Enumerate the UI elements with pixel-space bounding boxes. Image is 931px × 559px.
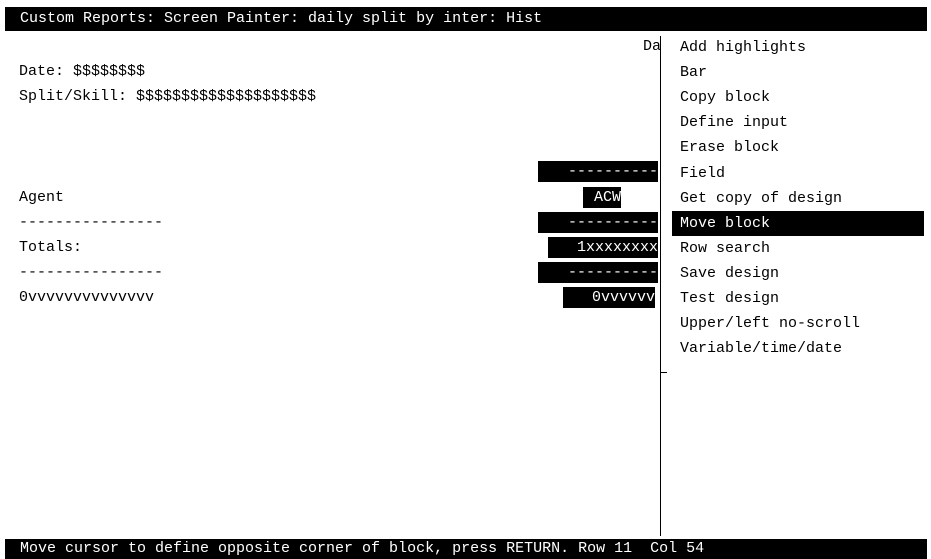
menu-item-add-highlights[interactable]: Add highlights [672,35,924,60]
field-dashes-2[interactable]: ---------- [538,212,658,233]
menu-item-save-design[interactable]: Save design [672,261,924,286]
da-fragment: Da [643,38,662,55]
field-dashes-3[interactable]: ---------- [538,262,658,283]
terminal-screen: Custom Reports: Screen Painter: daily sp… [0,0,931,559]
vvv-left: 0vvvvvvvvvvvvvv [19,289,155,306]
split-skill-line: Split/Skill: $$$$$$$$$$$$$$$$$$$$ [19,88,317,105]
menu-bottom-corner [661,372,667,373]
menu-item-move-block[interactable]: Move block [672,210,924,236]
menu-item-bar[interactable]: Bar [672,60,924,85]
field-vvv[interactable]: 0vvvvvv [563,287,655,308]
menu-item-get-copy-of-design[interactable]: Get copy of design [672,186,924,211]
menu-item-copy-block[interactable]: Copy block [672,85,924,110]
field-dashes-1[interactable]: ---------- [538,161,658,182]
menu-left-border [660,36,661,536]
status-bar: Move cursor to define opposite corner of… [5,539,927,559]
menu-item-row-search[interactable]: Row search [672,236,924,261]
field-acw[interactable]: ACW [583,187,621,208]
dashes-left-1: ---------------- [19,214,164,231]
title-bar: Custom Reports: Screen Painter: daily sp… [5,7,927,31]
menu-item-variable-time-date[interactable]: Variable/time/date [672,336,924,361]
menu-item-test-design[interactable]: Test design [672,286,924,311]
menu-item-erase-block[interactable]: Erase block [672,135,924,160]
agent-label: Agent [19,189,65,206]
field-xxx[interactable]: 1xxxxxxxx [548,237,658,258]
menu-item-upper-left-no-scroll[interactable]: Upper/left no-scroll [672,311,924,336]
menu-item-define-input[interactable]: Define input [672,110,924,135]
totals-label: Totals: [19,239,83,256]
date-line: Date: $$$$$$$$ [19,63,146,80]
dashes-left-2: ---------------- [19,264,164,281]
menu-item-field[interactable]: Field [672,161,924,186]
